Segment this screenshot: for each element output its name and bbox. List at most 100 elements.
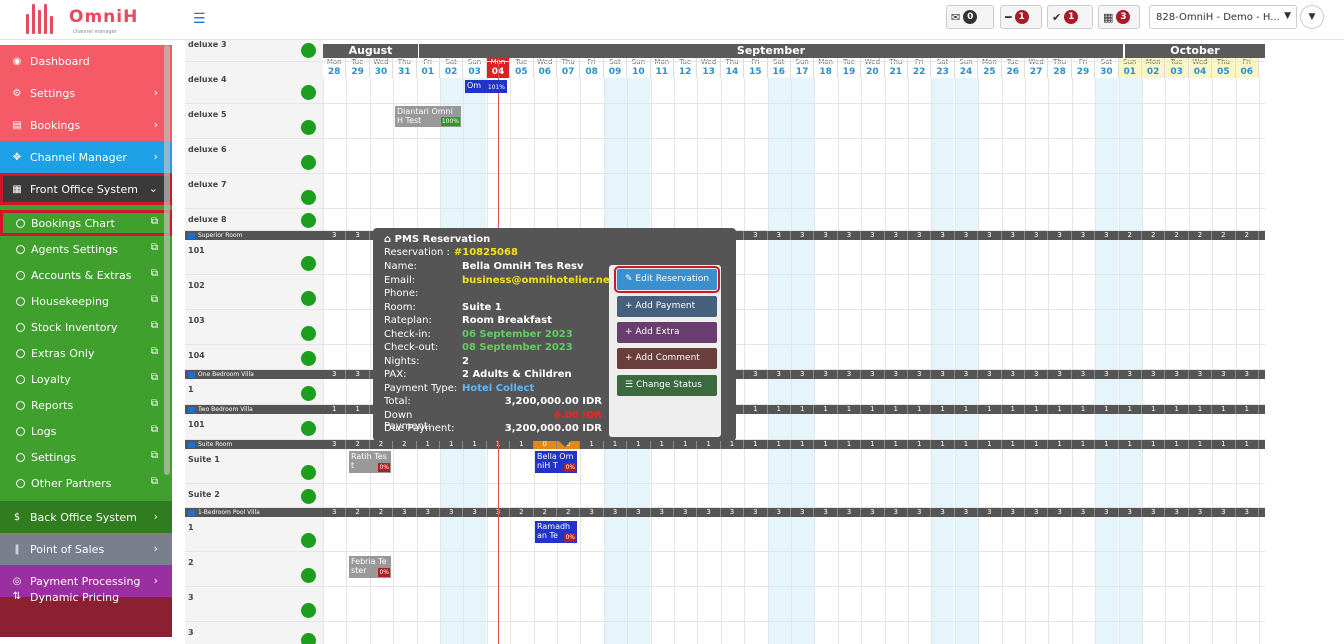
- booking-block[interactable]: Om 101%: [465, 80, 507, 93]
- sidebar-sub-loyalty[interactable]: Loyalty ⧉: [0, 366, 172, 392]
- edit-reservation-button[interactable]: ✎ Edit Reservation: [614, 266, 720, 293]
- add-comment-button[interactable]: + Add Comment: [617, 348, 717, 369]
- room-status-icon[interactable]: [301, 465, 316, 480]
- sidebar-scrollbar[interactable]: [164, 45, 170, 475]
- booking-block-selected[interactable]: Bella Om niH T 0%: [535, 451, 577, 473]
- external-link-icon: ⧉: [150, 216, 158, 227]
- sidebar-sub-housekeeping[interactable]: Housekeeping ⧉: [0, 288, 172, 314]
- sidebar-item-back-office-system[interactable]: $ Back Office System ›: [0, 501, 172, 533]
- collapse-icon[interactable]: [188, 441, 195, 448]
- availability-count: 1: [1072, 405, 1096, 414]
- availability-count: 1: [861, 440, 885, 449]
- sidebar-sub-settings[interactable]: Settings ⧉: [0, 444, 172, 470]
- availability-count: 3: [323, 440, 347, 449]
- sidebar-item-label: Dashboard: [30, 54, 90, 68]
- room-status-icon[interactable]: [301, 326, 316, 341]
- user-menu-button[interactable]: ▼: [1300, 5, 1324, 29]
- room-status-icon[interactable]: [301, 256, 316, 271]
- sidebar-sub-extras-only[interactable]: Extras Only ⧉: [0, 340, 172, 366]
- action-label: Add Payment: [635, 301, 696, 311]
- room-label: deluxe 7: [188, 180, 227, 189]
- room-status-icon[interactable]: [301, 533, 316, 548]
- collapse-icon[interactable]: [188, 406, 195, 413]
- sidebar-sub-logs[interactable]: Logs ⧉: [0, 418, 172, 444]
- sidebar-item-bookings[interactable]: ▤ Bookings ›: [0, 109, 172, 141]
- add-payment-button[interactable]: + Add Payment: [617, 296, 717, 317]
- sidebar-item-dynamic-pricing[interactable]: ⇅ Dynamic Pricing: [0, 591, 172, 637]
- room-label: Suite 1: [188, 455, 220, 464]
- messages-button[interactable]: ✉ 0: [946, 5, 994, 29]
- calendar-button[interactable]: ▦ 3: [1098, 5, 1140, 29]
- room-status-icon[interactable]: [301, 213, 316, 228]
- availability-count: 1: [768, 405, 791, 414]
- room-status-icon[interactable]: [301, 489, 316, 504]
- sidebar-item-dashboard[interactable]: ◉ Dashboard: [0, 45, 172, 77]
- sidebar-sub-bookings-chart[interactable]: Bookings Chart ⧉: [0, 210, 172, 236]
- room-status-icon[interactable]: [301, 155, 316, 170]
- availability-count: 1: [346, 405, 370, 414]
- detail-value: 3,200,000.00 IDR: [504, 423, 602, 434]
- sidebar-sub-agents-settings[interactable]: Agents Settings ⧉: [0, 236, 172, 262]
- room-status-icon[interactable]: [301, 568, 316, 583]
- room-type-label[interactable]: Superior Room: [188, 231, 242, 240]
- collapse-icon[interactable]: [188, 232, 195, 239]
- detail-value: Room Breakfast: [462, 315, 552, 326]
- omnih-logo[interactable]: OmniH channel manager: [24, 2, 137, 38]
- sidebar-sub-other-partners[interactable]: Other Partners ⧉: [0, 470, 172, 496]
- room-status-icon[interactable]: [301, 85, 316, 100]
- reservation-number[interactable]: #10825068: [454, 247, 518, 260]
- room-status-icon[interactable]: [301, 120, 316, 135]
- booking-block[interactable]: Ramadh an Te 0%: [535, 521, 577, 543]
- room-status-icon[interactable]: [301, 386, 316, 401]
- room-type-label[interactable]: One Bedroom Villa: [188, 370, 254, 379]
- room-status-icon[interactable]: [301, 351, 316, 366]
- room-status-icon[interactable]: [301, 43, 316, 58]
- brand-sub: channel manager: [73, 29, 117, 35]
- availability-count: 3: [931, 231, 955, 240]
- messages-count-badge: 0: [963, 10, 978, 24]
- sidebar-item-front-office-system[interactable]: ▦ Front Office System ⌄: [0, 173, 172, 205]
- availability-count: 3: [978, 508, 1002, 517]
- booking-block[interactable]: Diantari Omni H Test 100%: [395, 106, 461, 127]
- collapse-icon[interactable]: [188, 371, 195, 378]
- property-select[interactable]: 828-OmniH - Demo - H... ▼: [1149, 5, 1297, 29]
- availability-count: 1: [1095, 440, 1119, 449]
- booking-block[interactable]: Febria Te ster 0%: [349, 556, 391, 578]
- availability-count: 2: [1119, 231, 1142, 240]
- dollar-icon: $: [13, 511, 21, 523]
- hamburger-menu-icon[interactable]: ☰: [193, 12, 209, 26]
- room-type-label[interactable]: Two Bedroom Villa: [188, 405, 253, 414]
- availability-count: 1: [885, 405, 908, 414]
- sidebar-item-channel-manager[interactable]: ✥ Channel Manager ›: [0, 141, 172, 173]
- sidebar-item-point-of-sales[interactable]: ‖ Point of Sales ›: [0, 533, 172, 565]
- sidebar-sub-stock-inventory[interactable]: Stock Inventory ⧉: [0, 314, 172, 340]
- departures-button[interactable]: ━ 1: [1000, 5, 1042, 29]
- availability-count: 3: [1165, 370, 1189, 379]
- chevron-right-icon: ›: [153, 118, 158, 131]
- room-status-icon[interactable]: [301, 603, 316, 618]
- change-status-button[interactable]: ☰ Change Status: [617, 375, 717, 396]
- room-label: 101: [188, 420, 205, 429]
- booking-block[interactable]: Ratih Tes t 0%: [349, 451, 391, 473]
- arrivals-button[interactable]: ✔ 1: [1047, 5, 1093, 29]
- room-status-icon[interactable]: [301, 291, 316, 306]
- availability-count: 3: [768, 231, 791, 240]
- availability-count: 3: [393, 508, 417, 517]
- room-type-label[interactable]: Suite Room: [188, 440, 232, 449]
- availability-count: 3: [814, 370, 838, 379]
- collapse-icon[interactable]: [188, 509, 195, 516]
- sidebar-sub-accounts-extras[interactable]: Accounts & Extras ⧉: [0, 262, 172, 288]
- sidebar-item-settings[interactable]: ⚙ Settings ›: [0, 77, 172, 109]
- room-status-icon[interactable]: [301, 421, 316, 436]
- room-row: deluxe 4: [185, 69, 1265, 104]
- room-status-icon[interactable]: [301, 633, 316, 644]
- add-extra-button[interactable]: + Add Extra: [617, 322, 717, 343]
- room-row: 3: [185, 587, 1265, 622]
- booking-percent: 0%: [564, 463, 576, 472]
- availability-count: 2: [1142, 231, 1166, 240]
- room-type-label[interactable]: 1-Bedroom Pool Villa: [188, 508, 260, 517]
- sidebar-item-label: Point of Sales: [30, 542, 105, 556]
- sidebar-sub-reports[interactable]: Reports ⧉: [0, 392, 172, 418]
- availability-count: 1: [791, 405, 815, 414]
- room-status-icon[interactable]: [301, 190, 316, 205]
